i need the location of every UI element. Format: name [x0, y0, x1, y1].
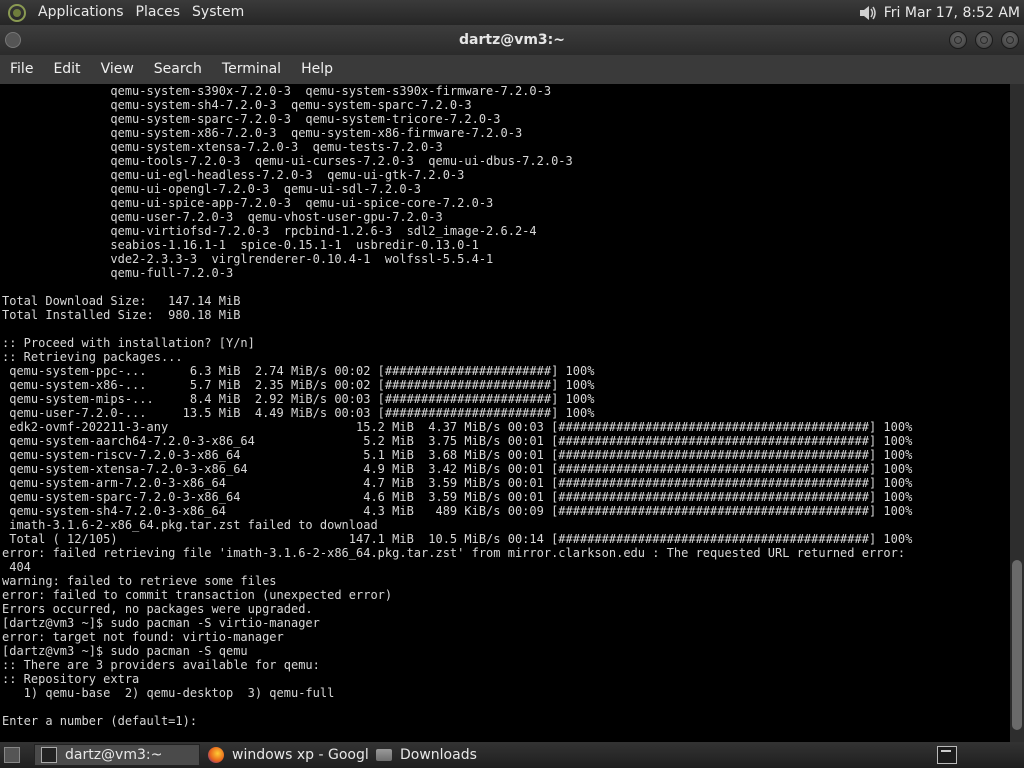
terminal-line: qemu-system-x86-... 5.7 MiB 2.35 MiB/s 0…	[2, 378, 595, 392]
terminal-line: [dartz@vm3 ~]$ sudo pacman -S virtio-man…	[2, 616, 320, 630]
menu-places[interactable]: Places	[130, 0, 187, 25]
terminal-line: error: failed retrieving file 'imath-3.1…	[2, 546, 906, 560]
terminal-line: qemu-system-arm-7.2.0-3-x86_64 4.7 MiB 3…	[2, 476, 913, 490]
tray-terminal-icon[interactable]	[937, 746, 957, 764]
task-label: dartz@vm3:~	[65, 747, 163, 763]
terminal-line: qemu-system-xtensa-7.2.0-3-x86_64 4.9 Mi…	[2, 462, 913, 476]
terminal-line: Total Installed Size: 980.18 MiB	[2, 308, 241, 322]
window-title: dartz@vm3:~	[459, 32, 565, 48]
firefox-icon	[208, 747, 224, 763]
terminal-line: qemu-ui-spice-app-7.2.0-3 qemu-ui-spice-…	[2, 196, 494, 210]
bottom-taskbar: dartz@vm3:~ windows xp - Googl... Downlo…	[0, 742, 1024, 768]
terminal-line: imath-3.1.6-2-x86_64.pkg.tar.zst failed …	[2, 518, 378, 532]
terminal-line: [dartz@vm3 ~]$ sudo pacman -S qemu	[2, 644, 248, 658]
minimize-button[interactable]	[949, 31, 967, 49]
terminal-line: qemu-virtiofsd-7.2.0-3 rpcbind-1.2.6-3 s…	[2, 224, 537, 238]
terminal-line: error: target not found: virtio-manager	[2, 630, 284, 644]
menu-system[interactable]: System	[186, 0, 250, 25]
terminal-line: qemu-user-7.2.0-... 13.5 MiB 4.49 MiB/s …	[2, 406, 595, 420]
terminal-output[interactable]: qemu-system-s390x-7.2.0-3 qemu-system-s3…	[0, 84, 1010, 742]
terminal-line: qemu-ui-opengl-7.2.0-3 qemu-ui-sdl-7.2.0…	[2, 182, 422, 196]
top-panel: Applications Places System Fri Mar 17, 8…	[0, 0, 1024, 25]
menu-search[interactable]: Search	[144, 55, 212, 84]
system-tray: Fri Mar 17, 8:52 AM	[858, 4, 1024, 22]
terminal-line: Total ( 12/105) 147.1 MiB 10.5 MiB/s 00:…	[2, 532, 913, 546]
terminal-line: :: Repository extra	[2, 672, 140, 686]
task-terminal[interactable]: dartz@vm3:~	[34, 744, 200, 766]
task-label: Downloads	[400, 747, 477, 763]
terminal-line: :: Retrieving packages...	[2, 350, 183, 364]
terminal-line: qemu-system-mips-... 8.4 MiB 2.92 MiB/s …	[2, 392, 595, 406]
terminal-line: Total Download Size: 147.14 MiB	[2, 294, 241, 308]
terminal-line: edk2-ovmf-202211-3-any 15.2 MiB 4.37 MiB…	[2, 420, 913, 434]
terminal-line: qemu-system-s390x-7.2.0-3 qemu-system-s3…	[2, 84, 552, 98]
terminal-line: error: failed to commit transaction (une…	[2, 588, 393, 602]
window-title-bar[interactable]: dartz@vm3:~	[0, 25, 1024, 55]
terminal-line: qemu-full-7.2.0-3	[2, 266, 234, 280]
menu-terminal[interactable]: Terminal	[212, 55, 291, 84]
scrollbar-thumb[interactable]	[1012, 560, 1022, 730]
terminal-line: :: Proceed with installation? [Y/n]	[2, 336, 255, 350]
terminal-line: qemu-system-riscv-7.2.0-3-x86_64 5.1 MiB…	[2, 448, 913, 462]
terminal-text: qemu-system-s390x-7.2.0-3 qemu-system-s3…	[2, 84, 912, 728]
folder-icon	[376, 749, 392, 761]
task-firefox[interactable]: windows xp - Googl...	[202, 744, 370, 766]
show-desktop-icon[interactable]	[4, 747, 20, 763]
terminal-scrollbar[interactable]	[1010, 84, 1024, 742]
menu-edit[interactable]: Edit	[43, 55, 90, 84]
terminal-line: warning: failed to retrieve some files	[2, 574, 277, 588]
terminal-line: qemu-user-7.2.0-3 qemu-vhost-user-gpu-7.…	[2, 210, 443, 224]
terminal-line: qemu-system-sh4-7.2.0-3-x86_64 4.3 MiB 4…	[2, 504, 913, 518]
terminal-line: qemu-system-sparc-7.2.0-3-x86_64 4.6 MiB…	[2, 490, 913, 504]
menu-file[interactable]: File	[0, 55, 43, 84]
terminal-line: qemu-system-x86-7.2.0-3 qemu-system-x86-…	[2, 126, 523, 140]
terminal-line: Enter a number (default=1):	[2, 714, 205, 728]
menu-help[interactable]: Help	[291, 55, 343, 84]
terminal-line: 1) qemu-base 2) qemu-desktop 3) qemu-ful…	[2, 686, 335, 700]
terminal-icon	[41, 747, 57, 763]
menu-applications[interactable]: Applications	[32, 0, 130, 25]
close-button[interactable]	[1001, 31, 1019, 49]
speaker-volume-icon[interactable]	[858, 4, 878, 22]
terminal-menubar: File Edit View Search Terminal Help	[0, 55, 1024, 84]
distro-logo-icon[interactable]	[8, 3, 26, 22]
terminal-line: qemu-system-sh4-7.2.0-3 qemu-system-spar…	[2, 98, 472, 112]
task-label: windows xp - Googl...	[232, 747, 370, 763]
terminal-line: qemu-tools-7.2.0-3 qemu-ui-curses-7.2.0-…	[2, 154, 573, 168]
terminal-line: vde2-2.3.3-3 virglrenderer-0.10.4-1 wolf…	[2, 252, 494, 266]
terminal-line: qemu-system-aarch64-7.2.0-3-x86_64 5.2 M…	[2, 434, 913, 448]
task-downloads[interactable]: Downloads	[370, 744, 540, 766]
menu-view[interactable]: View	[91, 55, 144, 84]
terminal-line: qemu-ui-egl-headless-7.2.0-3 qemu-ui-gtk…	[2, 168, 465, 182]
terminal-line: Errors occurred, no packages were upgrad…	[2, 602, 313, 616]
terminal-line: qemu-system-ppc-... 6.3 MiB 2.74 MiB/s 0…	[2, 364, 595, 378]
terminal-line: 404	[2, 560, 31, 574]
terminal-line: qemu-system-xtensa-7.2.0-3 qemu-tests-7.…	[2, 140, 443, 154]
terminal-line: qemu-system-sparc-7.2.0-3 qemu-system-tr…	[2, 112, 501, 126]
terminal-line: seabios-1.16.1-1 spice-0.15.1-1 usbredir…	[2, 238, 479, 252]
clock[interactable]: Fri Mar 17, 8:52 AM	[884, 5, 1020, 21]
maximize-button[interactable]	[975, 31, 993, 49]
terminal-line: :: There are 3 providers available for q…	[2, 658, 320, 672]
